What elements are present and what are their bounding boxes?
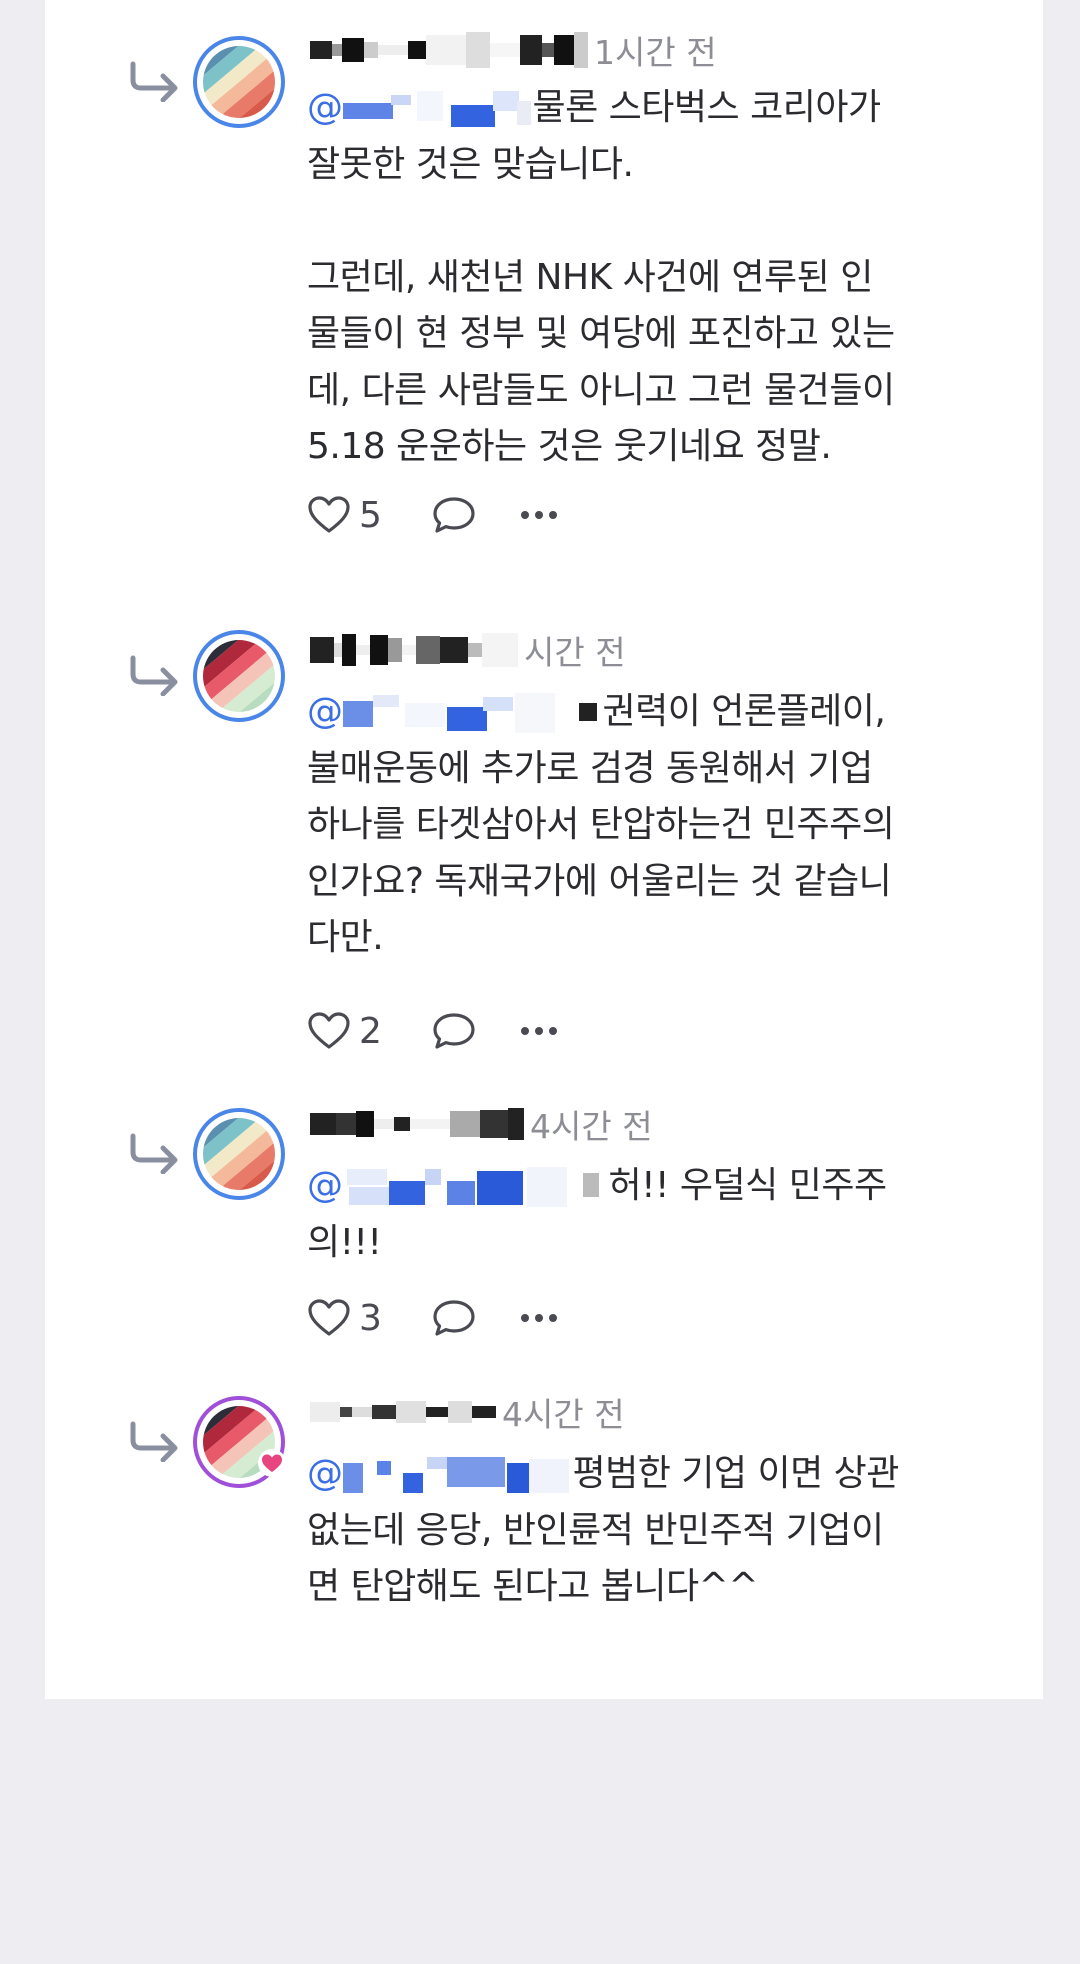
comment-body: @ 평범한 기업 이면 상관 없는데 응당, 반인륜적 반민주적 기업이 면 탄… — [307, 1446, 957, 1616]
heart-outline-icon — [308, 496, 350, 533]
comment-thread: 1시간 전 @ 물론 스타벅스 코리아가 잘못한 것은 맞습니다. 그런데, 새… — [45, 0, 1043, 1699]
more-options-button[interactable] — [519, 1312, 559, 1324]
comment-meta: 시간 전 — [310, 626, 910, 674]
like-button[interactable]: 2 — [307, 1011, 391, 1052]
reply-arrow-icon — [130, 1421, 178, 1462]
author-name-redacted[interactable] — [310, 30, 588, 70]
heart-outline-icon — [308, 1012, 350, 1049]
comment-meta: 4시간 전 — [310, 1388, 910, 1436]
author-name-redacted[interactable] — [310, 1392, 496, 1432]
like-count: 5 — [359, 494, 382, 536]
author-name-redacted[interactable] — [310, 1104, 524, 1144]
comment-actions: 3 — [307, 1290, 559, 1346]
comment-time: 4시간 전 — [502, 1395, 625, 1434]
like-button[interactable]: 3 — [307, 1298, 391, 1339]
heart-badge-icon — [258, 1449, 286, 1477]
more-options-button[interactable] — [519, 509, 559, 521]
comment-text-first-line: 평범한 기업 이면 상관 — [572, 1453, 900, 1494]
comment-time: 시간 전 — [524, 633, 626, 672]
reply-button[interactable] — [431, 1298, 477, 1338]
more-options-button[interactable] — [519, 1025, 559, 1037]
comment-actions: 2 — [307, 1003, 559, 1059]
comment-time: 1시간 전 — [594, 33, 717, 72]
reply-button[interactable] — [431, 1011, 477, 1051]
reply-button[interactable] — [431, 495, 477, 535]
reply-arrow-icon — [130, 61, 178, 102]
speech-bubble-icon — [433, 1300, 475, 1336]
mention-link[interactable]: @ — [307, 80, 533, 137]
author-name-redacted[interactable] — [310, 630, 518, 670]
avatar[interactable] — [193, 1396, 286, 1488]
reply-arrow-icon — [130, 1133, 178, 1174]
more-dots-icon — [521, 511, 557, 519]
speech-bubble-icon — [433, 1013, 475, 1049]
comment-meta: 1시간 전 — [310, 26, 910, 74]
comment-text-first-line: 물론 스타벅스 코리아가 — [532, 87, 882, 128]
avatar[interactable] — [193, 1108, 285, 1200]
comment-actions: 5 — [307, 487, 559, 543]
more-dots-icon — [521, 1027, 557, 1035]
comment-body: @ 권력이 언론플레이, 불매운동에 추가로 검경 동원해서 기업 하나를 타겟… — [307, 684, 957, 967]
comment-time: 4시간 전 — [530, 1107, 653, 1146]
mention-link[interactable]: @ — [307, 1158, 609, 1215]
comment-meta: 4시간 전 — [310, 1100, 910, 1148]
avatar[interactable] — [193, 630, 285, 722]
like-count: 2 — [359, 1010, 382, 1052]
avatar[interactable] — [193, 36, 285, 128]
mention-link[interactable]: @ — [307, 684, 603, 741]
like-count: 3 — [359, 1297, 382, 1339]
comment-body: @ 허!! 우덜식 민주주 의!!! — [307, 1158, 957, 1271]
comment-text-first-line: 권력이 언론플레이, — [602, 691, 886, 732]
comment-body: @ 물론 스타벅스 코리아가 잘못한 것은 맞습니다. 그런데, 새천년 NHK… — [307, 80, 957, 476]
like-button[interactable]: 5 — [307, 495, 391, 536]
more-dots-icon — [521, 1314, 557, 1322]
mention-link[interactable]: @ — [307, 1446, 573, 1503]
comment-text-first-line: 허!! 우덜식 민주주 — [608, 1165, 888, 1206]
heart-outline-icon — [308, 1299, 350, 1336]
speech-bubble-icon — [433, 497, 475, 533]
reply-arrow-icon — [130, 655, 178, 696]
